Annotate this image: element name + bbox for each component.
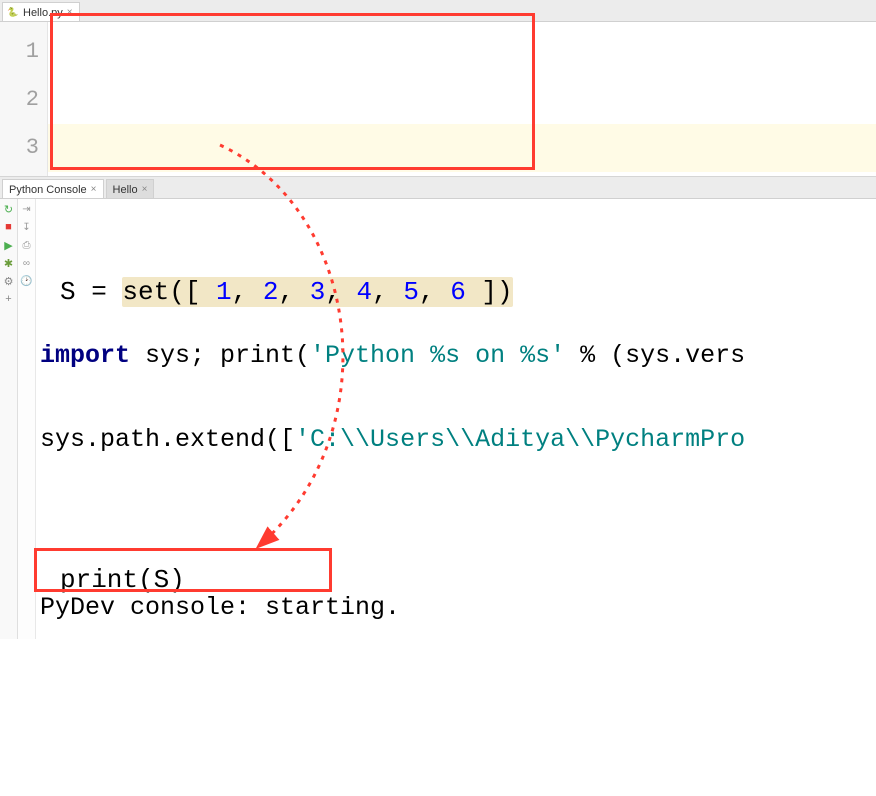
link-icon[interactable]: ∞ [21,257,33,269]
run-icon[interactable]: ▶ [3,239,15,251]
close-icon[interactable]: × [67,7,73,18]
line-number: 1 [0,28,39,76]
editor-tab-label: Hello.py [23,7,63,19]
history-icon[interactable]: 🕑 [21,275,33,287]
line-number: 2 [0,76,39,124]
editor-body: 1 2 3 S = set([ 1, 2, 3, 4, 5, 6 ]) prin… [0,22,876,177]
editor-tab-hello[interactable]: 🐍 Hello.py × [2,2,80,21]
add-icon[interactable]: + [3,293,15,305]
code-area[interactable]: S = set([ 1, 2, 3, 4, 5, 6 ]) print(S) [48,22,876,176]
scroll-end-icon[interactable]: ↧ [21,221,33,233]
editor-tabbar: 🐍 Hello.py × [0,0,876,22]
code-line: S = set([ 1, 2, 3, 4, 5, 6 ]) [60,268,876,316]
debug-icon[interactable]: ✱ [3,257,15,269]
rerun-icon[interactable]: ↻ [3,203,15,215]
console-toolbar: ↻ ■ ▶ ✱ ⚙ + [0,199,18,639]
current-line-highlight [48,124,876,172]
code-line [60,412,876,460]
print-icon[interactable]: ⎙ [21,239,33,251]
line-number: 3 [0,124,39,172]
settings-icon[interactable]: ⚙ [3,275,15,287]
soft-wrap-icon[interactable]: ⇥ [21,203,33,215]
python-file-icon: 🐍 [7,7,19,19]
line-gutter: 1 2 3 [0,22,48,176]
code-line: print(S) [60,556,876,604]
stop-icon[interactable]: ■ [3,221,15,233]
console-subtoolbar: ⇥ ↧ ⎙ ∞ 🕑 [18,199,36,639]
